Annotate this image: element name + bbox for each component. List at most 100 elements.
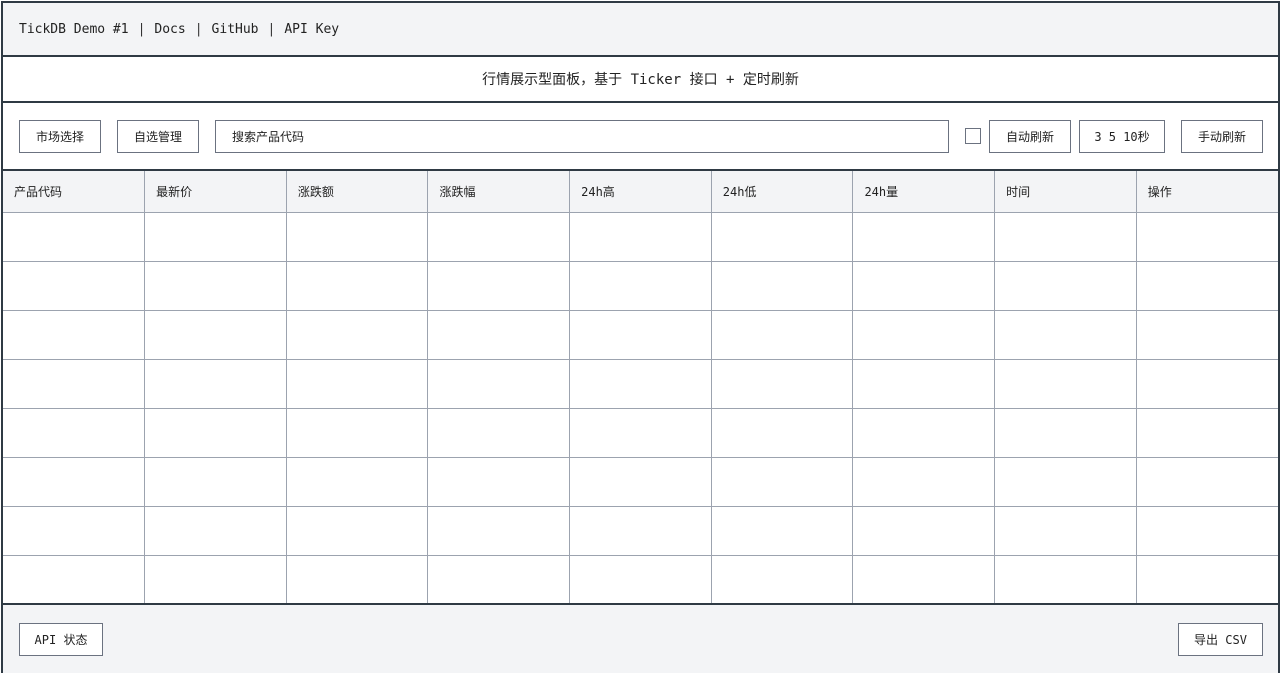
- table-row: [3, 555, 1278, 603]
- nav-separator: |: [137, 21, 146, 37]
- table-cell: [286, 408, 429, 458]
- column-header-last-price[interactable]: 最新价: [144, 171, 287, 213]
- table-cell: [427, 408, 571, 458]
- ticker-table: 产品代码 最新价 涨跌额 涨跌幅 24h高 24h低 24h量 时间 操作: [3, 171, 1278, 603]
- table-cell: [852, 408, 996, 458]
- table-cell: [427, 555, 571, 603]
- table-cell: [852, 212, 996, 262]
- watchlist-button[interactable]: 自选管理: [117, 120, 199, 153]
- table-cell: [569, 359, 712, 409]
- search-input[interactable]: [215, 120, 949, 153]
- column-header-24h-low[interactable]: 24h低: [711, 171, 854, 213]
- table-cell: [3, 261, 146, 311]
- table-cell: [994, 506, 1137, 556]
- table-row: [3, 212, 1278, 262]
- column-header-24h-high[interactable]: 24h高: [569, 171, 712, 213]
- table-cell: [852, 261, 996, 311]
- column-header-symbol[interactable]: 产品代码: [3, 171, 146, 213]
- table-cell: [427, 212, 571, 262]
- table-cell: [1136, 359, 1278, 409]
- manual-refresh-button[interactable]: 手动刷新: [1181, 120, 1263, 153]
- nav-link-api-key[interactable]: API Key: [284, 22, 339, 37]
- table-cell: [711, 408, 854, 458]
- table-cell: [3, 212, 146, 262]
- table-cell: [994, 408, 1137, 458]
- page-subtitle: 行情展示型面板，基于 Ticker 接口 + 定时刷新: [3, 57, 1278, 103]
- table-body: [3, 212, 1278, 603]
- table-cell: [3, 457, 146, 507]
- table-cell: [1136, 457, 1278, 507]
- table-cell: [711, 457, 854, 507]
- table-row: [3, 261, 1278, 311]
- ticker-table-container: 产品代码 最新价 涨跌额 涨跌幅 24h高 24h低 24h量 时间 操作: [3, 171, 1278, 605]
- table-cell: [1136, 555, 1278, 603]
- column-header-change-percent[interactable]: 涨跌幅: [427, 171, 571, 213]
- table-cell: [711, 261, 854, 311]
- market-select-button[interactable]: 市场选择: [19, 120, 101, 153]
- table-cell: [144, 506, 287, 556]
- auto-refresh-checkbox[interactable]: [965, 128, 981, 144]
- table-cell: [427, 506, 571, 556]
- table-cell: [711, 506, 854, 556]
- app-title: TickDB Demo #1: [19, 21, 129, 37]
- column-header-24h-volume[interactable]: 24h量: [852, 171, 996, 213]
- table-cell: [286, 359, 429, 409]
- table-row: [3, 506, 1278, 556]
- nav-link-docs[interactable]: Docs: [154, 22, 185, 37]
- table-cell: [569, 506, 712, 556]
- table-cell: [286, 555, 429, 603]
- table-cell: [569, 212, 712, 262]
- auto-refresh-button[interactable]: 自动刷新: [989, 120, 1071, 153]
- table-cell: [569, 261, 712, 311]
- table-cell: [852, 359, 996, 409]
- table-cell: [994, 457, 1137, 507]
- table-cell: [711, 212, 854, 262]
- table-cell: [427, 261, 571, 311]
- table-cell: [1136, 408, 1278, 458]
- table-cell: [3, 310, 146, 360]
- table-cell: [286, 212, 429, 262]
- table-cell: [852, 457, 996, 507]
- table-cell: [569, 555, 712, 603]
- table-cell: [852, 555, 996, 603]
- table-row: [3, 310, 1278, 360]
- footer-bar: API 状态 导出 CSV: [3, 605, 1278, 673]
- table-cell: [144, 212, 287, 262]
- table-cell: [569, 408, 712, 458]
- table-cell: [144, 261, 287, 311]
- table-cell: [286, 261, 429, 311]
- column-header-time[interactable]: 时间: [994, 171, 1137, 213]
- table-cell: [427, 359, 571, 409]
- table-cell: [1136, 310, 1278, 360]
- table-cell: [286, 457, 429, 507]
- table-cell: [144, 359, 287, 409]
- refresh-interval-select[interactable]: 3 5 10秒: [1079, 120, 1165, 153]
- table-cell: [852, 506, 996, 556]
- table-cell: [3, 359, 146, 409]
- table-cell: [994, 359, 1137, 409]
- table-cell: [711, 555, 854, 603]
- table-cell: [144, 310, 287, 360]
- table-cell: [994, 261, 1137, 311]
- column-header-change[interactable]: 涨跌额: [286, 171, 429, 213]
- table-cell: [852, 310, 996, 360]
- table-row: [3, 457, 1278, 507]
- table-cell: [427, 310, 571, 360]
- table-cell: [569, 310, 712, 360]
- export-csv-button[interactable]: 导出 CSV: [1178, 623, 1263, 656]
- table-cell: [711, 310, 854, 360]
- table-cell: [144, 457, 287, 507]
- table-cell: [286, 310, 429, 360]
- table-cell: [1136, 212, 1278, 262]
- app-window: TickDB Demo #1 | Docs | GitHub | API Key…: [1, 1, 1280, 673]
- column-header-actions: 操作: [1136, 171, 1278, 213]
- table-cell: [711, 359, 854, 409]
- table-cell: [1136, 261, 1278, 311]
- api-status-button[interactable]: API 状态: [19, 623, 103, 656]
- table-cell: [286, 506, 429, 556]
- top-nav-bar: TickDB Demo #1 | Docs | GitHub | API Key: [3, 3, 1278, 57]
- table-cell: [427, 457, 571, 507]
- table-cell: [3, 555, 146, 603]
- nav-link-github[interactable]: GitHub: [212, 22, 259, 37]
- table-cell: [3, 408, 146, 458]
